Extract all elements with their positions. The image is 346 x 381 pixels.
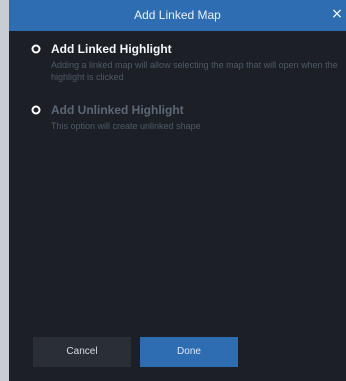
close-icon[interactable]: × [331, 5, 343, 23]
dialog-title: Add Linked Map [134, 8, 221, 22]
done-button[interactable]: Done [140, 337, 238, 367]
option-linked-highlight-title: Add Linked Highlight [51, 42, 172, 56]
option-linked-highlight-description: Adding a linked map will allow selecting… [51, 60, 338, 82]
radio-selected-icon[interactable] [31, 44, 41, 54]
option-unlinked-highlight-description: This option will create unlinked shape [51, 121, 201, 131]
cancel-button[interactable]: Cancel [33, 337, 131, 367]
radio-unselected-icon[interactable] [31, 105, 41, 115]
add-linked-map-dialog: Add Linked Map × Add Linked Highlight Ad… [9, 0, 346, 381]
dialog-titlebar: Add Linked Map × [9, 0, 346, 31]
option-unlinked-highlight-title: Add Unlinked Highlight [51, 103, 184, 117]
